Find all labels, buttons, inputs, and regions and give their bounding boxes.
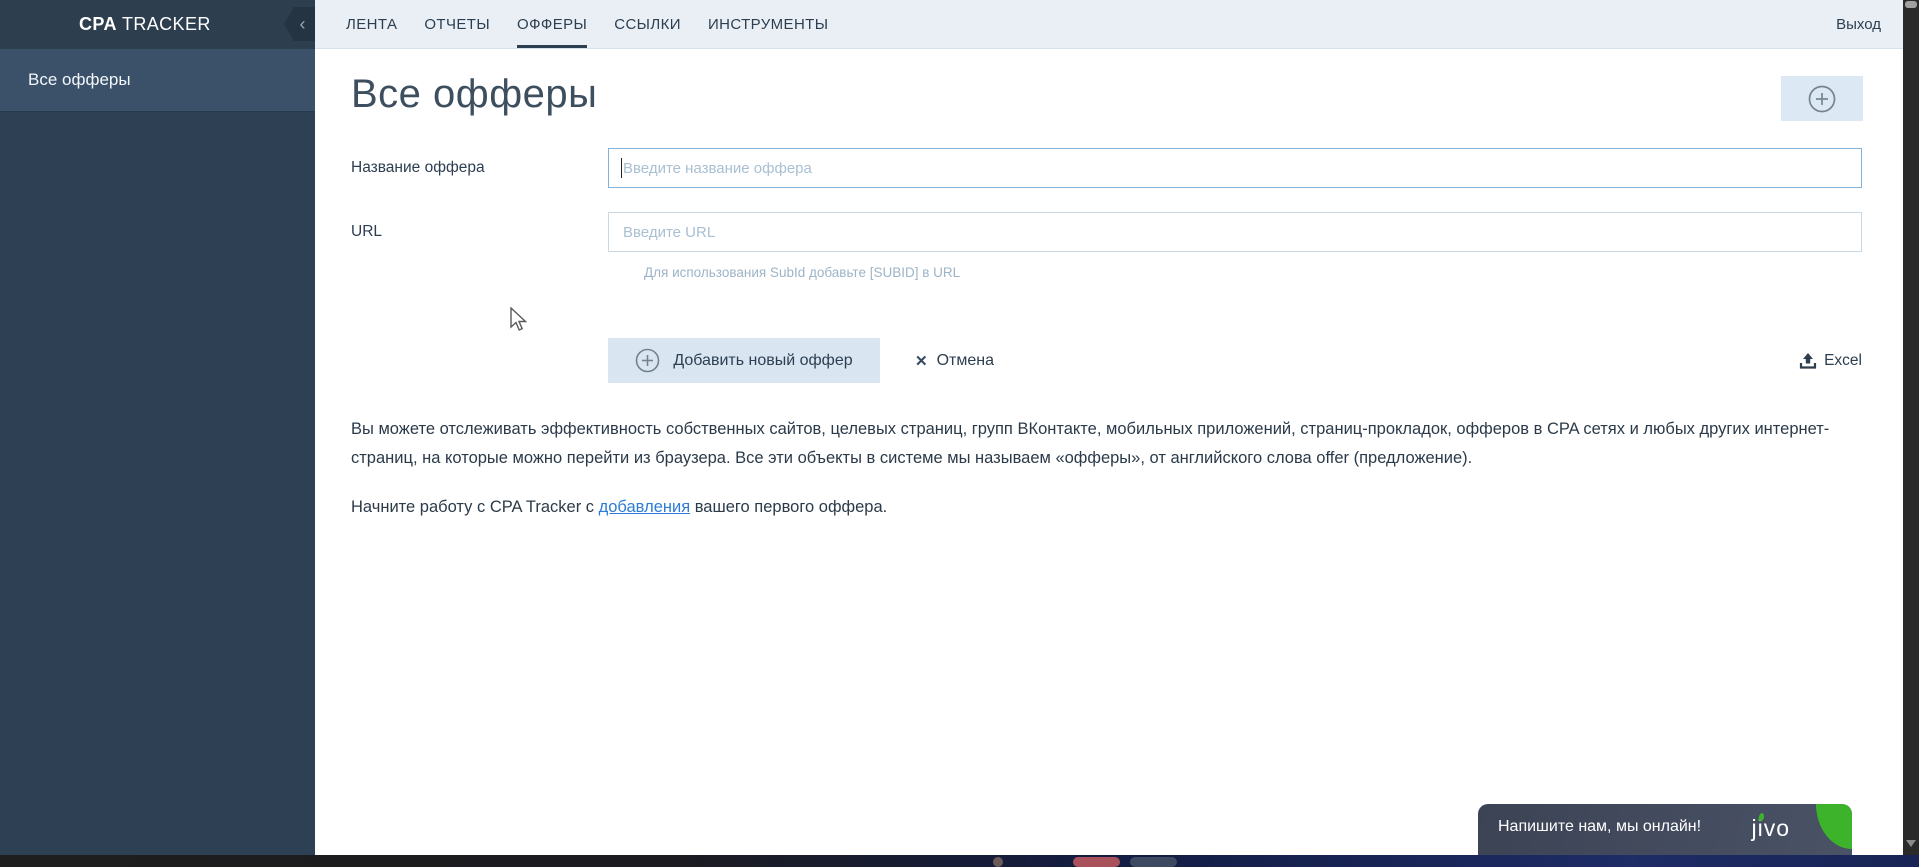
- page-title: Все офферы: [351, 72, 598, 116]
- top-nav: ЛЕНТА ОТЧЕТЫ ОФФЕРЫ ССЫЛКИ ИНСТРУМЕНТЫ В…: [315, 0, 1903, 49]
- cursor-arrow-icon: [510, 306, 528, 331]
- cta-text-after: вашего первого оффера.: [690, 498, 888, 516]
- sidebar: Все офферы: [0, 49, 315, 855]
- scrollbar-thumb[interactable]: [1905, 1, 1917, 8]
- page-scrollbar[interactable]: [1903, 0, 1919, 855]
- app-window: CPA TRACKER ‹ ЛЕНТА ОТЧЕТЫ ОФФЕРЫ ССЫЛКИ…: [0, 0, 1919, 867]
- plus-circle-icon: [636, 348, 660, 373]
- sidebar-collapse-button[interactable]: ‹: [284, 7, 315, 41]
- offer-name-input[interactable]: [608, 148, 1862, 188]
- plus-circle-icon: [1808, 85, 1836, 112]
- chat-widget[interactable]: Напишите нам, мы онлайн! jivo: [1478, 804, 1852, 855]
- tab-offery[interactable]: ОФФЕРЫ: [517, 0, 588, 48]
- offer-url-field-wrap: [608, 212, 1862, 252]
- add-offer-button[interactable]: [1781, 76, 1863, 121]
- taskbar-red-pill: [1073, 857, 1120, 867]
- intro-paragraph: Вы можете отслеживать эффективность собс…: [351, 420, 1830, 467]
- text-caret: [621, 158, 622, 178]
- upload-icon: [1799, 352, 1817, 369]
- sidebar-item-label: Все офферы: [28, 70, 131, 89]
- sidebar-header: CPA TRACKER ‹: [0, 0, 315, 49]
- tab-lenta[interactable]: ЛЕНТА: [346, 0, 397, 48]
- excel-export-button[interactable]: Excel: [1799, 352, 1862, 370]
- close-icon: ✕: [915, 352, 928, 370]
- tab-ssylki[interactable]: ССЫЛКИ: [614, 0, 681, 48]
- offer-url-row: URL: [351, 212, 1862, 252]
- submit-offer-button[interactable]: Добавить новый оффер: [608, 338, 880, 383]
- cta-text-before: Начните работу с CPA Tracker с: [351, 498, 599, 516]
- tab-otchety[interactable]: ОТЧЕТЫ: [424, 0, 490, 48]
- scrollbar-down-arrow[interactable]: [1906, 840, 1916, 847]
- excel-label: Excel: [1824, 351, 1862, 369]
- nav-tabs: ЛЕНТА ОТЧЕТЫ ОФФЕРЫ ССЫЛКИ ИНСТРУМЕНТЫ: [315, 0, 828, 48]
- submit-offer-label: Добавить новый оффер: [673, 351, 853, 369]
- main-content: Все офферы Название оффера URL Для испол…: [315, 49, 1903, 855]
- chat-message: Напишите нам, мы онлайн!: [1498, 818, 1702, 835]
- brand-rest: TRACKER: [116, 14, 211, 34]
- taskbar-gray-pill: [1130, 857, 1177, 867]
- form-actions: Добавить новый оффер ✕ Отмена Excel: [351, 338, 1862, 383]
- mouse-cursor: [510, 306, 528, 338]
- jivo-leaf-icon: [1816, 804, 1852, 849]
- cancel-label: Отмена: [936, 351, 994, 369]
- brand-logo[interactable]: CPA TRACKER: [0, 14, 211, 35]
- offer-name-label: Название оффера: [351, 159, 485, 176]
- tab-instrumenty[interactable]: ИНСТРУМЕНТЫ: [708, 0, 829, 48]
- offer-name-field-wrap: [608, 148, 1862, 188]
- brand-bold: CPA: [79, 14, 117, 34]
- add-offer-link[interactable]: добавления: [599, 498, 691, 516]
- taskbar-dot: [993, 857, 1003, 867]
- subid-hint: Для использования SubId добавьте [SUBID]…: [644, 265, 961, 280]
- offer-url-input[interactable]: [608, 212, 1862, 252]
- jivo-logo: jivo: [1751, 815, 1790, 841]
- cta-paragraph: Начните работу с CPA Tracker с добавлени…: [351, 498, 887, 517]
- offer-url-label: URL: [351, 223, 383, 240]
- sidebar-item-all-offers[interactable]: Все офферы: [0, 49, 315, 112]
- logout-link[interactable]: Выход: [1836, 0, 1903, 48]
- taskbar-edge: [0, 855, 1919, 867]
- top-bar: CPA TRACKER ‹ ЛЕНТА ОТЧЕТЫ ОФФЕРЫ ССЫЛКИ…: [0, 0, 1903, 49]
- cancel-button[interactable]: ✕ Отмена: [915, 352, 994, 370]
- chevron-left-icon: ‹: [299, 13, 306, 34]
- offer-name-row: Название оффера: [351, 148, 1862, 188]
